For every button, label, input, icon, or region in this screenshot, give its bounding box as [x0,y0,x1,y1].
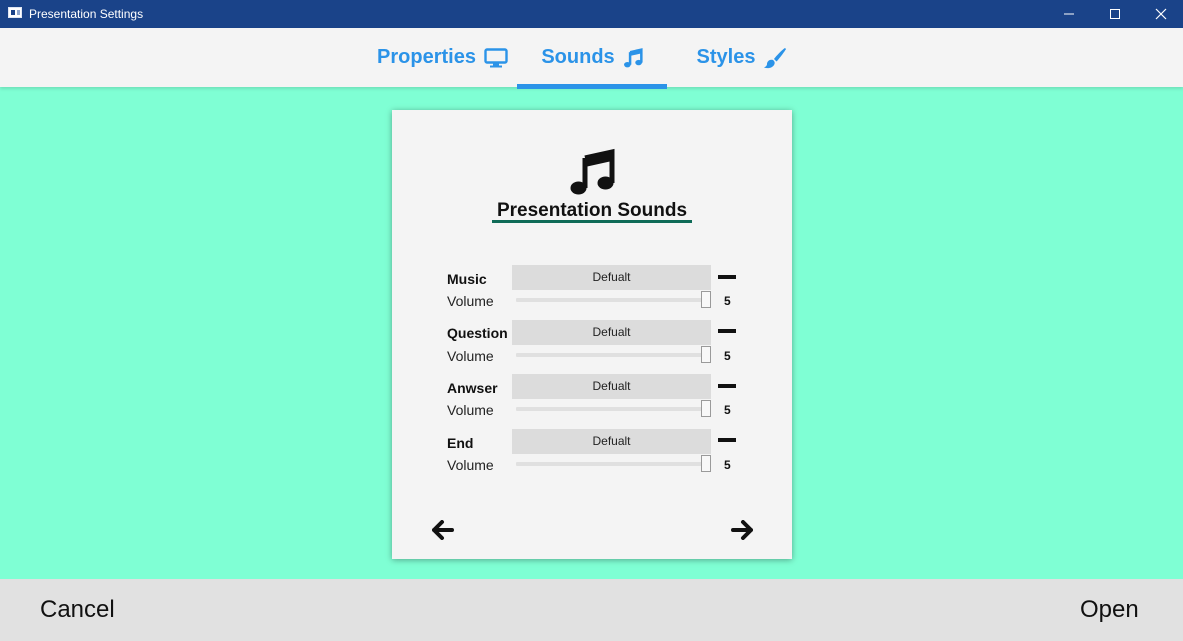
volume-slider-thumb[interactable] [701,346,711,363]
volume-value: 5 [724,458,731,472]
close-button[interactable] [1138,0,1183,28]
remove-sound-button[interactable] [718,438,736,442]
row-label: Music [447,271,487,287]
arrow-right-icon[interactable] [731,520,753,540]
open-button[interactable]: Open [1080,596,1139,624]
tab-properties[interactable]: Properties [370,28,515,87]
music-note-icon [623,47,643,67]
remove-sound-button[interactable] [718,329,736,333]
title-underline [492,220,692,223]
volume-slider-thumb[interactable] [701,455,711,472]
window-title: Presentation Settings [29,7,144,21]
sound-select-question[interactable]: Defualt [512,320,711,345]
arrow-left-icon[interactable] [432,520,454,540]
tab-styles-label: Styles [696,46,756,68]
volume-slider-track[interactable] [516,353,708,357]
tab-bar: Properties Sounds Styles [0,28,1183,89]
volume-label: Volume [447,457,494,473]
volume-label: Volume [447,293,494,309]
tab-sounds[interactable]: Sounds [517,28,667,89]
monitor-icon [484,47,508,67]
row-label: Question [447,325,508,341]
selected-tab-indicator [517,84,667,89]
volume-label: Volume [447,402,494,418]
row-label: Anwser [447,380,498,396]
volume-slider-thumb[interactable] [701,291,711,308]
volume-slider-track[interactable] [516,298,708,302]
bottom-bar: Cancel Open [0,579,1183,641]
remove-sound-button[interactable] [718,275,736,279]
sound-select-anwser[interactable]: Defualt [512,374,711,399]
sound-select-music[interactable]: Defualt [512,265,711,290]
minimize-icon [1064,13,1074,15]
tab-properties-label: Properties [377,46,476,68]
volume-value: 5 [724,403,731,417]
minimize-button[interactable] [1046,0,1092,28]
volume-value: 5 [724,294,731,308]
cancel-button[interactable]: Cancel [40,596,115,624]
volume-value: 5 [724,349,731,363]
sound-select-end[interactable]: Defualt [512,429,711,454]
tab-styles[interactable]: Styles [672,28,812,87]
maximize-button[interactable] [1092,0,1138,28]
maximize-icon [1110,9,1120,19]
sounds-card: Presentation Sounds Music Defualt Volume… [392,110,792,559]
volume-slider-track[interactable] [516,462,708,466]
volume-slider-thumb[interactable] [701,400,711,417]
card-title: Presentation Sounds [496,200,688,221]
app-icon [8,7,22,18]
tab-sounds-label: Sounds [541,46,615,68]
remove-sound-button[interactable] [718,384,736,388]
title-bar: Presentation Settings [0,0,1183,28]
music-note-icon [570,148,615,195]
volume-slider-track[interactable] [516,407,708,411]
close-icon [1155,8,1167,20]
row-label: End [447,435,474,451]
volume-label: Volume [447,348,494,364]
paintbrush-icon [764,47,787,68]
